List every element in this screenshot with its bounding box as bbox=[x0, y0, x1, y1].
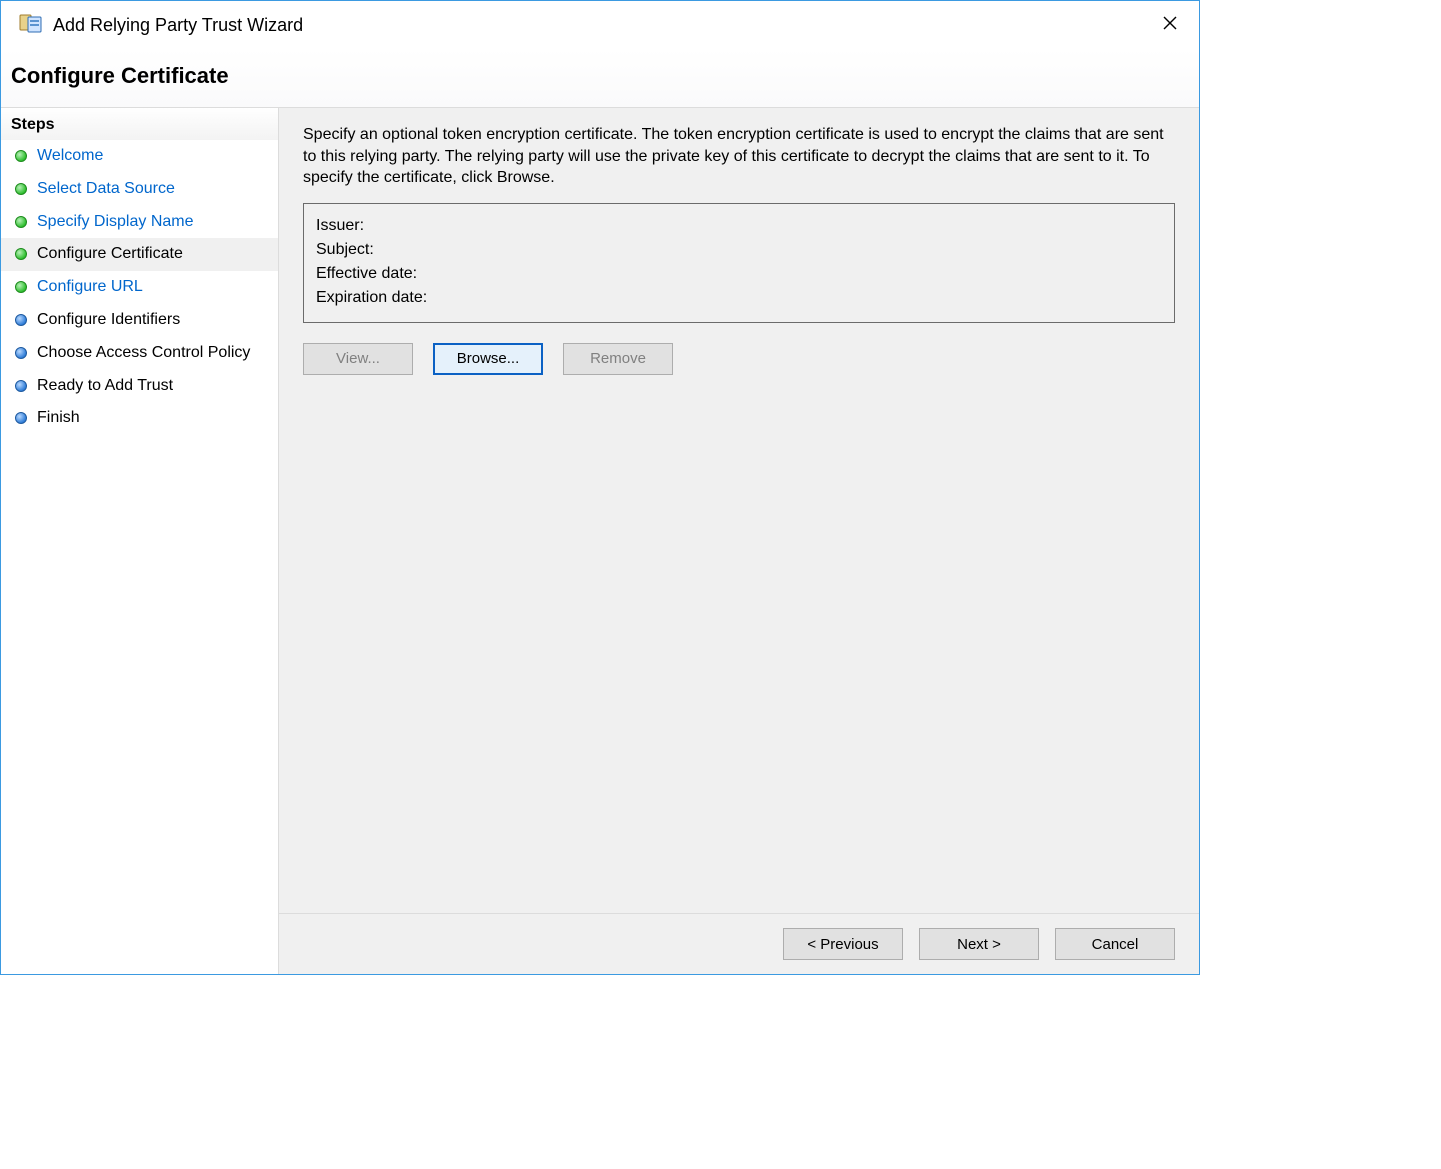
step-label: Select Data Source bbox=[37, 179, 175, 200]
step-bullet-icon bbox=[15, 216, 27, 228]
step-bullet-icon bbox=[15, 347, 27, 359]
browse-button[interactable]: Browse... bbox=[433, 343, 543, 375]
cert-effective-row: Effective date: bbox=[316, 262, 1162, 286]
step-bullet-icon bbox=[15, 314, 27, 326]
step-label: Configure URL bbox=[37, 277, 143, 298]
main-content: Specify an optional token encryption cer… bbox=[279, 108, 1199, 974]
remove-button: Remove bbox=[563, 343, 673, 375]
step-label: Welcome bbox=[37, 146, 103, 167]
view-button: View... bbox=[303, 343, 413, 375]
step-select-data-source[interactable]: Select Data Source bbox=[1, 173, 278, 206]
cert-subject-row: Subject: bbox=[316, 238, 1162, 262]
cert-issuer-label: Issuer: bbox=[316, 217, 364, 235]
heading-area: Configure Certificate bbox=[1, 49, 1199, 108]
step-bullet-icon bbox=[15, 281, 27, 293]
step-bullet-icon bbox=[15, 412, 27, 424]
steps-header: Steps bbox=[1, 108, 278, 140]
step-label: Configure Identifiers bbox=[37, 310, 180, 331]
cert-issuer-row: Issuer: bbox=[316, 214, 1162, 238]
step-label: Specify Display Name bbox=[37, 212, 194, 233]
step-label: Choose Access Control Policy bbox=[37, 343, 250, 364]
step-label: Configure Certificate bbox=[37, 244, 183, 265]
step-choose-access-control-policy[interactable]: Choose Access Control Policy bbox=[1, 337, 278, 370]
step-bullet-icon bbox=[15, 150, 27, 162]
step-bullet-icon bbox=[15, 183, 27, 195]
steps-sidebar: Steps Welcome Select Data Source Specify… bbox=[1, 108, 279, 974]
title-bar: Add Relying Party Trust Wizard bbox=[1, 1, 1199, 49]
step-welcome[interactable]: Welcome bbox=[1, 140, 278, 173]
cert-expiration-row: Expiration date: bbox=[316, 286, 1162, 310]
certificate-details-box: Issuer: Subject: Effective date: Expirat… bbox=[303, 203, 1175, 323]
step-ready-to-add-trust[interactable]: Ready to Add Trust bbox=[1, 370, 278, 403]
page-title: Configure Certificate bbox=[11, 63, 1189, 89]
step-label: Ready to Add Trust bbox=[37, 376, 173, 397]
step-label: Finish bbox=[37, 408, 80, 429]
step-finish[interactable]: Finish bbox=[1, 402, 278, 435]
step-configure-certificate[interactable]: Configure Certificate bbox=[1, 238, 278, 271]
wizard-footer: < Previous Next > Cancel bbox=[279, 913, 1199, 974]
previous-button[interactable]: < Previous bbox=[783, 928, 903, 960]
certificate-button-row: View... Browse... Remove bbox=[303, 343, 1175, 375]
cert-subject-label: Subject: bbox=[316, 241, 374, 259]
wizard-body: Steps Welcome Select Data Source Specify… bbox=[1, 108, 1199, 974]
cert-expiration-label: Expiration date: bbox=[316, 289, 427, 307]
close-icon[interactable] bbox=[1155, 15, 1185, 35]
step-bullet-icon bbox=[15, 380, 27, 392]
cancel-button[interactable]: Cancel bbox=[1055, 928, 1175, 960]
window-title: Add Relying Party Trust Wizard bbox=[53, 15, 303, 36]
step-configure-identifiers[interactable]: Configure Identifiers bbox=[1, 304, 278, 337]
content-spacer bbox=[303, 375, 1175, 913]
step-specify-display-name[interactable]: Specify Display Name bbox=[1, 206, 278, 239]
wizard-window: Add Relying Party Trust Wizard Configure… bbox=[0, 0, 1200, 975]
wizard-icon bbox=[19, 12, 43, 38]
step-bullet-icon bbox=[15, 248, 27, 260]
next-button[interactable]: Next > bbox=[919, 928, 1039, 960]
title-bar-left: Add Relying Party Trust Wizard bbox=[19, 12, 303, 38]
description-text: Specify an optional token encryption cer… bbox=[303, 124, 1175, 189]
step-configure-url[interactable]: Configure URL bbox=[1, 271, 278, 304]
cert-effective-label: Effective date: bbox=[316, 265, 417, 283]
